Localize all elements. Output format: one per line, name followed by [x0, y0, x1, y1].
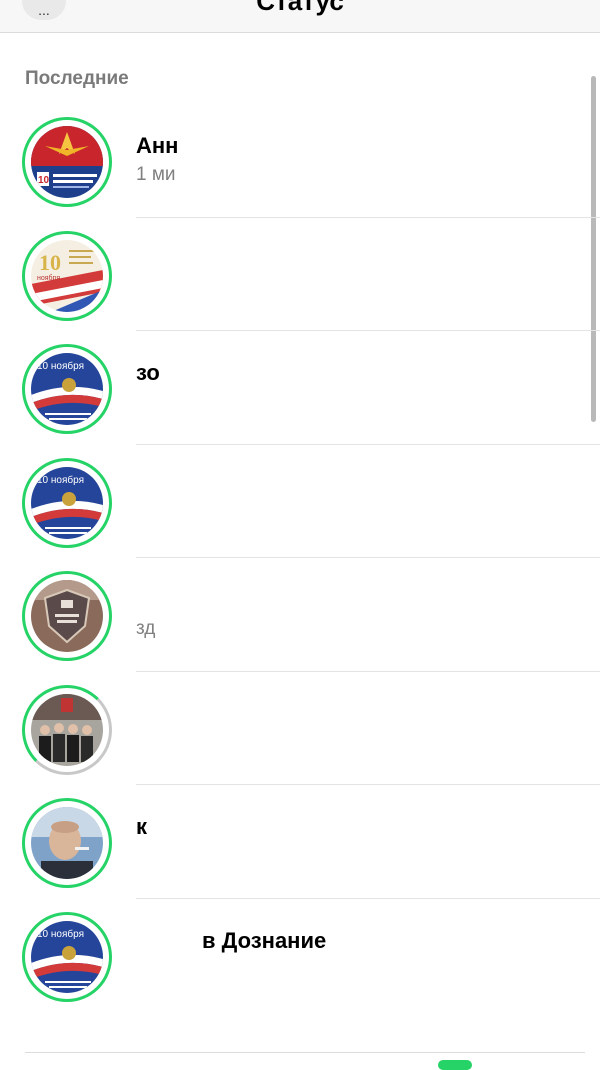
avatar-holiday-poster-red: 10	[31, 126, 103, 198]
status-ring	[22, 798, 112, 888]
status-time	[136, 389, 580, 415]
tab-indicator[interactable]	[438, 1060, 472, 1070]
avatar-holiday-poster-blue: 10 ноября	[31, 353, 103, 425]
contact-name: в Дознание	[202, 927, 327, 953]
status-item[interactable]	[0, 672, 600, 785]
svg-text:ноября: ноября	[37, 274, 60, 282]
status-time	[136, 730, 580, 756]
status-time	[136, 503, 580, 529]
status-item[interactable]: 10 ноября зо	[0, 331, 600, 445]
status-item[interactable]: к	[0, 785, 600, 899]
status-ring: 10 ноября	[22, 344, 112, 434]
status-ring: 10 ноября	[22, 457, 112, 548]
status-time	[136, 957, 580, 983]
page-title: Статус	[256, 0, 344, 16]
status-item[interactable]: 10 ноября в Дознание	[0, 899, 600, 1013]
status-ring	[22, 684, 112, 775]
avatar-holiday-poster-blue: 10 ноября	[31, 466, 103, 539]
status-time	[136, 843, 580, 869]
svg-text:10 ноября: 10 ноября	[37, 360, 84, 372]
contact-name	[136, 246, 580, 274]
status-time: зд	[136, 618, 156, 639]
svg-text:10: 10	[39, 250, 61, 275]
avatar-holiday-poster-10-november: 10 ноября	[31, 239, 103, 312]
status-item[interactable]: зд	[0, 558, 600, 672]
contact-name: Анн	[136, 133, 179, 158]
contact-name: зо	[136, 360, 160, 385]
svg-text:10: 10	[38, 175, 50, 186]
status-ring: 10	[22, 117, 112, 207]
status-time	[136, 276, 580, 302]
status-ring: 10 ноября	[22, 230, 112, 321]
contact-name: к	[136, 814, 148, 839]
status-item[interactable]: 10 Анн 1 ми	[0, 104, 600, 218]
status-item[interactable]: 10 ноября	[0, 218, 600, 331]
contact-name	[136, 473, 580, 501]
svg-text:10 ноября: 10 ноября	[37, 474, 84, 486]
section-header-recent: Последние	[25, 68, 129, 89]
avatar-man-portrait	[31, 807, 103, 879]
status-list: 10 Анн 1 ми 10 ноября 10 ноября зо 10 но…	[0, 104, 600, 1012]
status-ring	[22, 571, 112, 661]
avatar-police-emblem-photo	[31, 580, 103, 652]
avatar-group-photo	[31, 693, 103, 766]
bottom-divider	[25, 1052, 585, 1053]
svg-text:10 ноября: 10 ноября	[37, 928, 84, 940]
navbar: ... Статус	[0, 0, 600, 33]
contact-name	[136, 700, 580, 728]
avatar-holiday-poster-blue: 10 ноября	[31, 920, 103, 993]
contact-name	[136, 586, 580, 614]
status-item[interactable]: 10 ноября	[0, 445, 600, 558]
status-ring: 10 ноября	[22, 911, 112, 1002]
status-time: 1 ми	[136, 164, 176, 185]
